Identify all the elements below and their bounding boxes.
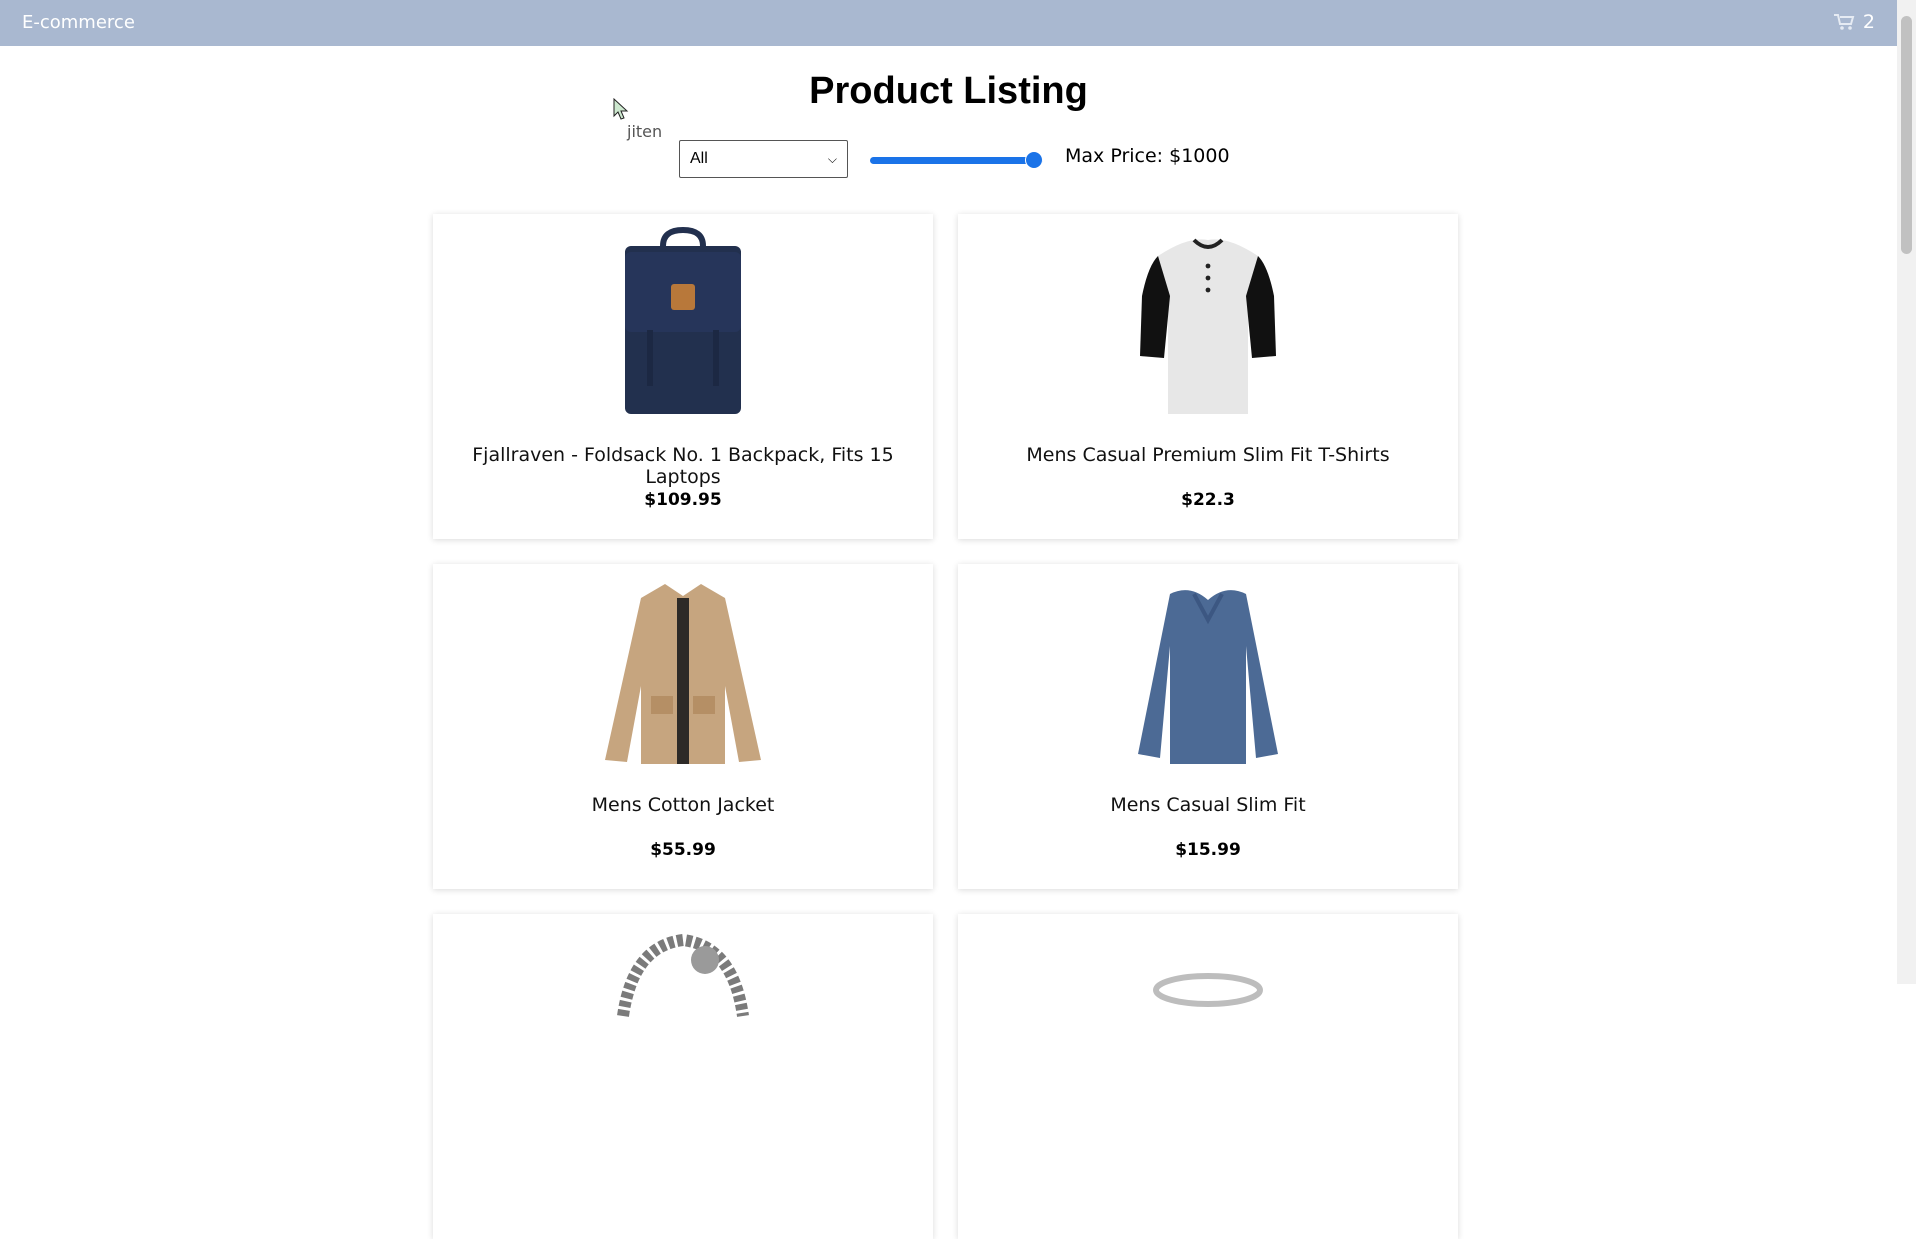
filters-bar: jiten All ⌵ Max Price: $1000 [0, 0, 1897, 190]
max-price-label: Max Price: $1000 [1065, 145, 1230, 167]
price-slider[interactable] [870, 150, 1043, 170]
product-image-backpack [625, 226, 741, 414]
slider-track [870, 157, 1043, 164]
category-select[interactable]: All ⌵ [679, 140, 848, 178]
user-label: jiten [627, 122, 663, 141]
product-image-longsleeve [1138, 590, 1278, 764]
product-name: Mens Casual Slim Fit [1110, 794, 1306, 816]
product-image-jacket [605, 584, 761, 764]
product-card[interactable] [433, 914, 933, 1239]
product-price: $15.99 [1175, 840, 1241, 860]
product-card[interactable]: Fjallraven - Foldsack No. 1 Backpack, Fi… [433, 214, 933, 539]
chevron-down-icon: ⌵ [827, 151, 837, 166]
mouse-cursor-icon [613, 98, 629, 120]
product-card[interactable] [958, 914, 1458, 1239]
slider-thumb[interactable] [1025, 151, 1043, 169]
product-card[interactable]: Mens Casual Slim Fit $15.99 [958, 564, 1458, 889]
product-image-ring [1153, 973, 1263, 1007]
product-grid: Fjallraven - Foldsack No. 1 Backpack, Fi… [433, 214, 1460, 1239]
product-name: Fjallraven - Foldsack No. 1 Backpack, Fi… [472, 444, 894, 488]
product-image-tshirt [1140, 238, 1276, 414]
page-scrollbar[interactable] [1897, 0, 1916, 984]
product-name: Mens Cotton Jacket [591, 794, 775, 816]
product-image-bracelet [617, 933, 749, 1017]
product-card[interactable]: Mens Cotton Jacket $55.99 [433, 564, 933, 889]
product-price: $22.3 [1181, 490, 1235, 510]
scrollbar-thumb[interactable] [1901, 16, 1912, 254]
product-price: $55.99 [650, 840, 716, 860]
category-selected: All [690, 150, 708, 167]
product-name: Mens Casual Premium Slim Fit T-Shirts [1026, 444, 1390, 466]
product-price: $109.95 [644, 490, 722, 510]
product-card[interactable]: Mens Casual Premium Slim Fit T-Shirts $2… [958, 214, 1458, 539]
